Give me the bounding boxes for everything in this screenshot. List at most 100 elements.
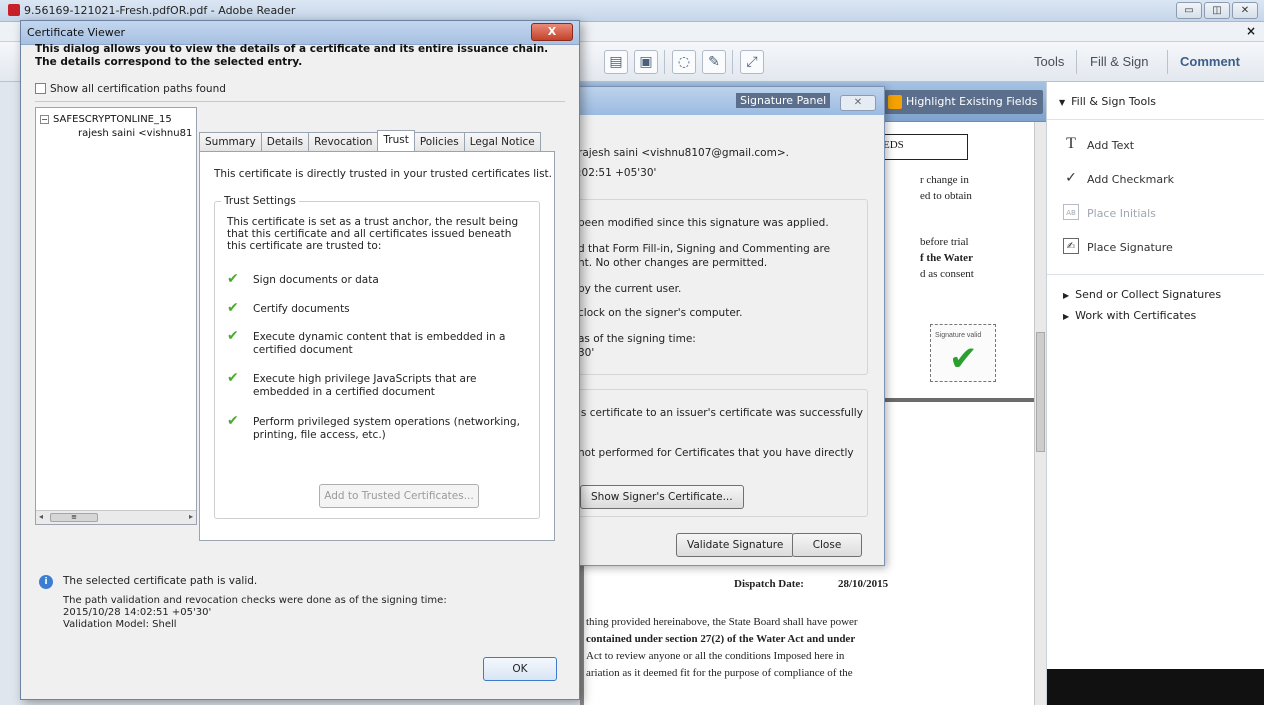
app-titlebar: 9.56169-121021-Fresh.pdfOR.pdf - Adobe R… bbox=[0, 0, 1264, 22]
signer-info-line: not performed for Certificates that you … bbox=[578, 447, 854, 459]
fit-page-icon[interactable]: ▣ bbox=[634, 50, 658, 74]
collapse-triangle-icon: ▼ bbox=[1059, 98, 1066, 107]
path-validation-details: The path validation and revocation check… bbox=[63, 595, 447, 630]
dispatch-date-label: Dispatch Date: bbox=[734, 578, 804, 590]
scroll-left-icon[interactable]: ◂ bbox=[39, 512, 43, 521]
trust-settings-group: Trust Settings This certificate is set a… bbox=[214, 195, 540, 519]
trust-tab-panel: This certificate is directly trusted in … bbox=[199, 151, 555, 541]
validity-line: nt. No other changes are permitted. bbox=[578, 257, 768, 269]
signing-time-line: :02:51 +05'30' bbox=[578, 167, 657, 179]
tab-summary[interactable]: Summary bbox=[199, 132, 262, 152]
fill-sign-tools-header[interactable]: ▼ Fill & Sign Tools bbox=[1047, 82, 1264, 120]
add-checkmark-tool[interactable]: ✓ Add Checkmark bbox=[1047, 164, 1264, 198]
window-controls: ▭ ◫ ✕ bbox=[1176, 2, 1258, 19]
trust-settings-description: This certificate is set as a trust ancho… bbox=[227, 216, 519, 252]
checkmark-icon: ✓ bbox=[1065, 170, 1077, 186]
doc-text-line: contained under section 27(2) of the Wat… bbox=[586, 633, 856, 645]
place-signature-tool[interactable]: ✍ Place Signature bbox=[1047, 232, 1264, 266]
close-button[interactable]: Close bbox=[792, 533, 862, 557]
tree-node-child[interactable]: rajesh saini <vishnu81 bbox=[78, 128, 192, 139]
green-check-icon: ✔ bbox=[227, 300, 239, 316]
add-to-trusted-certificates-button[interactable]: Add to Trusted Certificates... bbox=[319, 484, 479, 508]
show-signers-certificate-button[interactable]: Show Signer's Certificate... bbox=[580, 485, 744, 509]
doc-text-line: thing provided hereinabove, the State Bo… bbox=[586, 616, 858, 628]
pane-divider bbox=[1047, 274, 1264, 275]
highlight-existing-fields-button[interactable]: Highlight Existing Fields bbox=[882, 90, 1044, 114]
doc-text-line: before trial bbox=[920, 236, 969, 248]
validity-line: 30' bbox=[578, 347, 595, 359]
show-all-paths-checkbox[interactable]: Show all certification paths found bbox=[35, 83, 226, 95]
initials-icon: AB bbox=[1063, 204, 1079, 220]
minimize-button[interactable]: ▭ bbox=[1176, 2, 1202, 19]
close-window-button[interactable]: ✕ bbox=[1232, 2, 1258, 19]
save-icon[interactable]: ▤ bbox=[604, 50, 628, 74]
dispatch-date-value: 28/10/2015 bbox=[838, 578, 889, 590]
pane-footer bbox=[1047, 669, 1264, 705]
checkbox-icon[interactable] bbox=[35, 83, 46, 94]
trust-item: ✔ Execute dynamic content that is embedde… bbox=[227, 328, 506, 356]
tree-horizontal-scrollbar[interactable]: ◂ ≡ ▸ bbox=[36, 510, 196, 524]
send-collect-signatures-section[interactable]: ▶ Send or Collect Signatures bbox=[1047, 283, 1264, 304]
path-valid-text: The selected certificate path is valid. bbox=[63, 575, 258, 587]
highlight-icon[interactable]: ✎ bbox=[702, 50, 726, 74]
highlight-fields-icon bbox=[888, 95, 902, 109]
tab-policies[interactable]: Policies bbox=[413, 132, 465, 152]
toolbar-divider bbox=[664, 50, 665, 74]
tools-link[interactable]: Tools bbox=[1034, 54, 1064, 69]
scroll-right-icon[interactable]: ▸ bbox=[189, 512, 193, 521]
document-scrollbar[interactable] bbox=[1034, 122, 1046, 705]
tree-node-root[interactable]: − SAFESCRYPTONLINE_15 bbox=[40, 114, 172, 125]
validity-line: clock on the signer's computer. bbox=[578, 307, 743, 319]
trust-item: ✔ Sign documents or data bbox=[227, 271, 379, 287]
eds-box: EDS bbox=[876, 134, 968, 160]
trust-settings-label: Trust Settings bbox=[221, 195, 299, 207]
expand-triangle-icon: ▶ bbox=[1063, 291, 1070, 300]
green-check-icon: ✔ bbox=[227, 271, 239, 287]
toolbar-divider bbox=[732, 50, 733, 74]
close-document-button[interactable]: × bbox=[1246, 24, 1256, 38]
validity-line: by the current user. bbox=[578, 283, 682, 295]
doc-text-line: f the Water bbox=[920, 252, 973, 264]
tab-trust[interactable]: Trust bbox=[377, 130, 415, 152]
adobe-reader-icon bbox=[8, 4, 20, 16]
signature-panel-label[interactable]: Signature Panel bbox=[736, 93, 831, 108]
certificate-viewer-dialog: Certificate Viewer X This dialog allows … bbox=[20, 20, 580, 700]
signature-properties-dialog: Signature Panel ✕ rajesh saini <vishnu81… bbox=[575, 86, 885, 566]
maximize-button[interactable]: ◫ bbox=[1204, 2, 1230, 19]
green-check-icon: ✔ bbox=[227, 328, 239, 344]
certificate-chain-tree: − SAFESCRYPTONLINE_15 rajesh saini <vishn… bbox=[35, 107, 197, 525]
validity-line: d that Form Fill-in, Signing and Comment… bbox=[578, 243, 831, 255]
app-title-text: 9.56169-121021-Fresh.pdfOR.pdf - Adobe R… bbox=[24, 4, 296, 17]
signature-field[interactable]: Signature valid ✔ bbox=[930, 324, 996, 382]
comment-link[interactable]: Comment bbox=[1180, 54, 1240, 69]
certificate-viewer-close-button[interactable]: X bbox=[531, 23, 573, 41]
place-initials-tool[interactable]: AB Place Initials bbox=[1047, 198, 1264, 232]
info-icon: i bbox=[39, 575, 53, 589]
certificate-tabs: Summary Details Revocation Trust Policie… bbox=[199, 130, 541, 152]
ok-button[interactable]: OK bbox=[483, 657, 557, 681]
signature-properties-close-icon[interactable]: ✕ bbox=[840, 95, 876, 111]
certificate-viewer-titlebar: Certificate Viewer X bbox=[21, 21, 579, 45]
doc-text-line: Act to review anyone or all the conditio… bbox=[586, 650, 845, 662]
tab-details[interactable]: Details bbox=[260, 132, 310, 152]
scrollbar-thumb[interactable]: ≡ bbox=[50, 513, 98, 522]
scrollbar-thumb[interactable] bbox=[1036, 332, 1045, 452]
comment-icon[interactable]: ◌ bbox=[672, 50, 696, 74]
tab-legal-notice[interactable]: Legal Notice bbox=[463, 132, 541, 152]
fullscreen-icon[interactable]: ⤢ bbox=[740, 50, 764, 74]
signature-icon: ✍ bbox=[1063, 238, 1079, 254]
intro-text: This dialog allows you to view the detai… bbox=[35, 43, 549, 68]
fill-sign-link[interactable]: Fill & Sign bbox=[1090, 54, 1149, 69]
doc-text-line: ariation as it deemed fit for the purpos… bbox=[586, 667, 853, 679]
collapse-node-icon[interactable]: − bbox=[40, 115, 49, 124]
signer-line: rajesh saini <vishnu8107@gmail.com>. bbox=[578, 147, 789, 159]
validity-line: been modified since this signature was a… bbox=[578, 217, 829, 229]
work-with-certificates-section[interactable]: ▶ Work with Certificates bbox=[1047, 304, 1264, 325]
expand-triangle-icon: ▶ bbox=[1063, 312, 1070, 321]
text-tool-icon: T bbox=[1066, 135, 1076, 152]
validate-signature-button[interactable]: Validate Signature bbox=[676, 533, 795, 557]
tab-revocation[interactable]: Revocation bbox=[308, 132, 379, 152]
signer-info-line: 's certificate to an issuer's certificat… bbox=[578, 407, 863, 419]
validity-line: as of the signing time: bbox=[578, 333, 696, 345]
add-text-tool[interactable]: T Add Text bbox=[1047, 130, 1264, 164]
